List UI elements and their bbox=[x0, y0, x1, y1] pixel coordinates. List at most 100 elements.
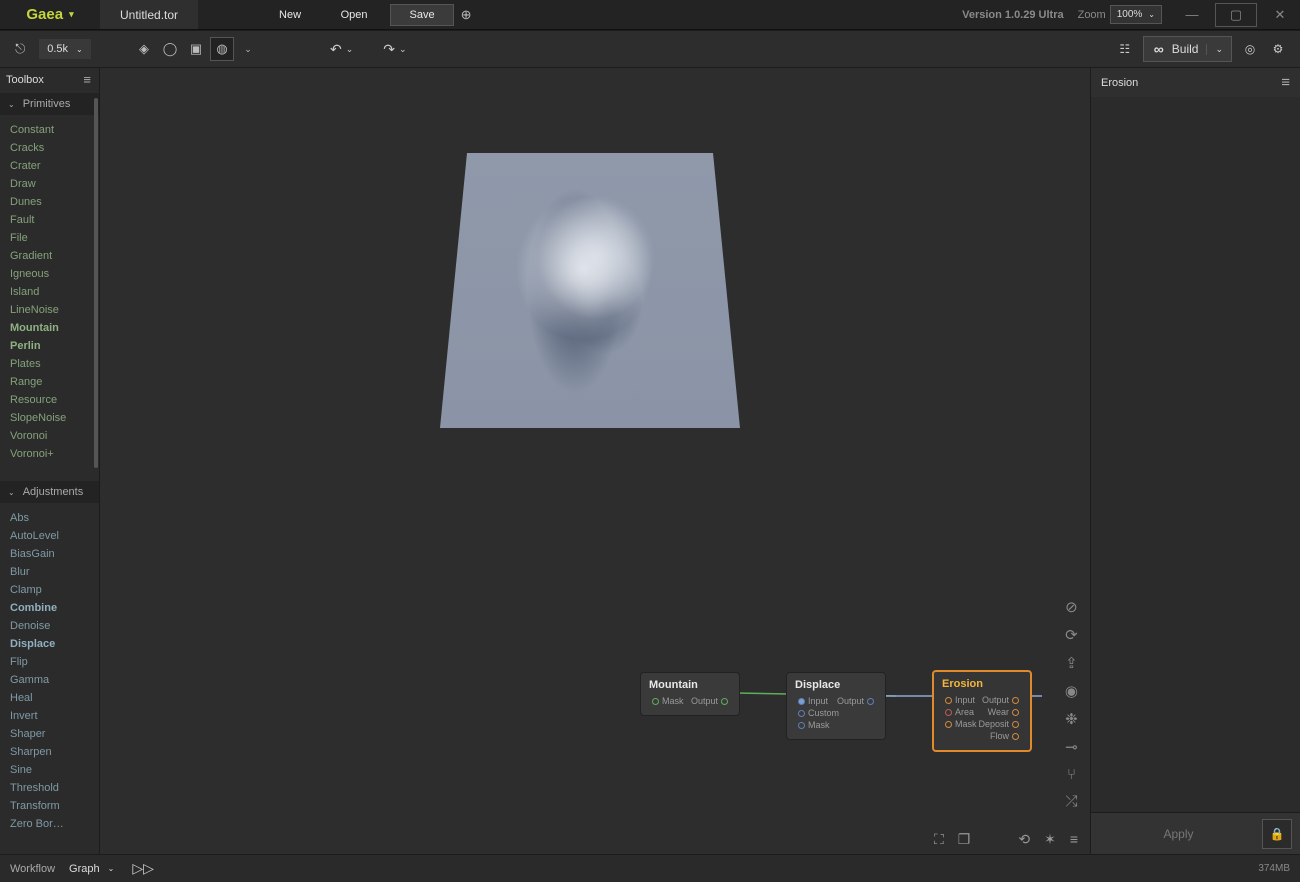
viewport[interactable]: Mountain Mask Output Displace Input Outp… bbox=[100, 68, 1090, 854]
toolbox-item[interactable]: Voronoi+ bbox=[10, 445, 99, 463]
scrollbar[interactable] bbox=[94, 98, 98, 468]
toolbox-item[interactable]: Plates bbox=[10, 355, 99, 373]
refresh-icon[interactable]: ⟳ bbox=[1065, 626, 1078, 644]
chevron-down-icon[interactable]: ⌄ bbox=[236, 37, 260, 61]
toolbox-item[interactable]: Crater bbox=[10, 157, 99, 175]
toolbox-item[interactable]: Resource bbox=[10, 391, 99, 409]
target-icon[interactable]: ◎ bbox=[1240, 39, 1260, 59]
toolbox-item[interactable]: Cracks bbox=[10, 139, 99, 157]
redo-button[interactable]: ↷ ⌄ bbox=[383, 41, 406, 58]
viewport-side-toolbar: ⊘ ⟳ ⇪ ◉ ❉ ⊸ ⑂ ⤮ bbox=[1065, 598, 1078, 810]
toolbox-item[interactable]: Flip bbox=[10, 653, 99, 671]
toolbox-item[interactable]: Mountain bbox=[10, 319, 99, 337]
menu-icon[interactable]: ≡ bbox=[83, 72, 91, 87]
resolution-select[interactable]: 0.5k⌄ bbox=[39, 39, 91, 59]
gear-icon[interactable]: ⚙ bbox=[1268, 39, 1288, 59]
toolbox-item[interactable]: Igneous bbox=[10, 265, 99, 283]
undo-button[interactable]: ↶ ⌄ bbox=[330, 41, 353, 58]
save-button[interactable]: Save bbox=[390, 4, 454, 26]
toolbox-item[interactable]: Constant bbox=[10, 121, 99, 139]
properties-title: Erosion bbox=[1101, 77, 1138, 89]
shuffle-icon[interactable]: ⤮ bbox=[1065, 793, 1078, 810]
toolbox-item[interactable]: Dunes bbox=[10, 193, 99, 211]
toolbox-item[interactable]: Range bbox=[10, 373, 99, 391]
view2d-icon[interactable]: ◯ bbox=[158, 37, 182, 61]
toolbox-item[interactable]: Threshold bbox=[10, 779, 99, 797]
frame-icon[interactable]: ⛶ bbox=[934, 831, 944, 848]
new-button[interactable]: New bbox=[258, 0, 322, 29]
toolbox-item[interactable]: Draw bbox=[10, 175, 99, 193]
toolbox-item[interactable]: Heal bbox=[10, 689, 99, 707]
workflow-mode-select[interactable]: Graph⌄ bbox=[69, 863, 114, 875]
node-erosion[interactable]: Erosion Input Output Area Wear Mask Depo… bbox=[932, 670, 1032, 752]
open-button[interactable]: Open bbox=[322, 0, 386, 29]
toolbox-item[interactable]: Blur bbox=[10, 563, 99, 581]
properties-panel: Erosion ≡ Apply 🔒 bbox=[1090, 68, 1300, 854]
toolbox-item[interactable]: Sine bbox=[10, 761, 99, 779]
toolbox-panel: Toolbox ≡ ⌄ Primitives ConstantCracksCra… bbox=[0, 68, 100, 854]
app-logo[interactable]: Gaea ▾ bbox=[0, 0, 100, 29]
toolbox-item[interactable]: BiasGain bbox=[10, 545, 99, 563]
fastforward-icon[interactable]: ▷▷ bbox=[132, 860, 154, 877]
toolbox-item[interactable]: Gradient bbox=[10, 247, 99, 265]
disable-icon[interactable]: ⊘ bbox=[1065, 598, 1078, 616]
toolbox-item[interactable]: Displace bbox=[10, 635, 99, 653]
toolbox-item[interactable]: Zero Bor… bbox=[10, 815, 99, 833]
copy-icon[interactable]: ❐ bbox=[958, 831, 971, 848]
category-adjustments[interactable]: ⌄ Adjustments bbox=[0, 481, 99, 503]
snowflake-icon[interactable]: ❉ bbox=[1065, 710, 1078, 728]
toolbox-item[interactable]: Invert bbox=[10, 707, 99, 725]
apply-button[interactable]: Apply bbox=[1105, 821, 1252, 847]
chevron-down-icon: ▾ bbox=[69, 9, 74, 20]
toolbox-item[interactable]: AutoLevel bbox=[10, 527, 99, 545]
lock-button[interactable]: 🔒 bbox=[1262, 819, 1292, 849]
sync-icon[interactable]: ⟲ bbox=[1018, 831, 1030, 848]
toolbox-item[interactable]: Denoise bbox=[10, 617, 99, 635]
target-icon[interactable]: ◉ bbox=[1065, 682, 1078, 700]
layout-icon[interactable]: ☷ bbox=[1115, 39, 1135, 59]
close-button[interactable]: ✕ bbox=[1260, 0, 1300, 29]
toolbox-item[interactable]: Clamp bbox=[10, 581, 99, 599]
toolbox-item[interactable]: SlopeNoise bbox=[10, 409, 99, 427]
file-tab[interactable]: Untitled.tor bbox=[100, 0, 198, 29]
upload-icon[interactable]: ⇪ bbox=[1065, 654, 1078, 672]
node-mountain[interactable]: Mountain Mask Output bbox=[640, 672, 740, 716]
node-title: Mountain bbox=[649, 679, 731, 691]
export-icon[interactable]: ⎋ bbox=[9, 38, 31, 60]
toolbox-item[interactable]: Combine bbox=[10, 599, 99, 617]
chevron-down-icon: ⌄ bbox=[8, 488, 15, 497]
toolbox-item[interactable]: Island bbox=[10, 283, 99, 301]
toolbox-item[interactable]: Fault bbox=[10, 211, 99, 229]
camera-icon[interactable]: ▣ bbox=[184, 37, 208, 61]
toolbox-item[interactable]: Perlin bbox=[10, 337, 99, 355]
toolbox-item[interactable]: Abs bbox=[10, 509, 99, 527]
node-displace[interactable]: Displace Input Output Custom Mask bbox=[786, 672, 886, 740]
node-title: Displace bbox=[795, 679, 877, 691]
menu-icon[interactable]: ≡ bbox=[1070, 831, 1078, 848]
maximize-button[interactable]: ▢ bbox=[1216, 4, 1256, 26]
category-primitives[interactable]: ⌄ Primitives bbox=[0, 93, 99, 115]
toolbox-item[interactable]: Gamma bbox=[10, 671, 99, 689]
infinity-icon: ∞ bbox=[1154, 41, 1164, 57]
connect-icon[interactable]: ⊸ bbox=[1065, 738, 1078, 756]
toolbox-item[interactable]: Voronoi bbox=[10, 427, 99, 445]
toolbox-item[interactable]: LineNoise bbox=[10, 301, 99, 319]
node-title: Erosion bbox=[942, 678, 1022, 690]
zoom-select[interactable]: 100%⌄ bbox=[1110, 5, 1162, 24]
terrain-preview bbox=[440, 153, 740, 428]
view3d-icon[interactable]: ◈ bbox=[132, 37, 156, 61]
build-button[interactable]: ∞ Build ⌄ bbox=[1143, 36, 1232, 62]
menu-icon[interactable]: ≡ bbox=[1281, 74, 1290, 91]
toolbox-item[interactable]: Shaper bbox=[10, 725, 99, 743]
branch-icon[interactable]: ⑂ bbox=[1065, 766, 1078, 783]
overlay-icon[interactable]: ◍ bbox=[210, 37, 234, 61]
toolbox-item[interactable]: Sharpen bbox=[10, 743, 99, 761]
minimize-button[interactable]: — bbox=[1172, 0, 1212, 29]
toolbox-item[interactable]: File bbox=[10, 229, 99, 247]
spark-icon[interactable]: ✶ bbox=[1044, 831, 1056, 848]
chevron-down-icon: ⌄ bbox=[1148, 10, 1155, 19]
toolbox-title: Toolbox bbox=[6, 74, 44, 86]
version-label: Version 1.0.29 Ultra bbox=[962, 0, 1064, 29]
save-plus-button[interactable]: ⊕ bbox=[454, 4, 478, 26]
toolbox-item[interactable]: Transform bbox=[10, 797, 99, 815]
